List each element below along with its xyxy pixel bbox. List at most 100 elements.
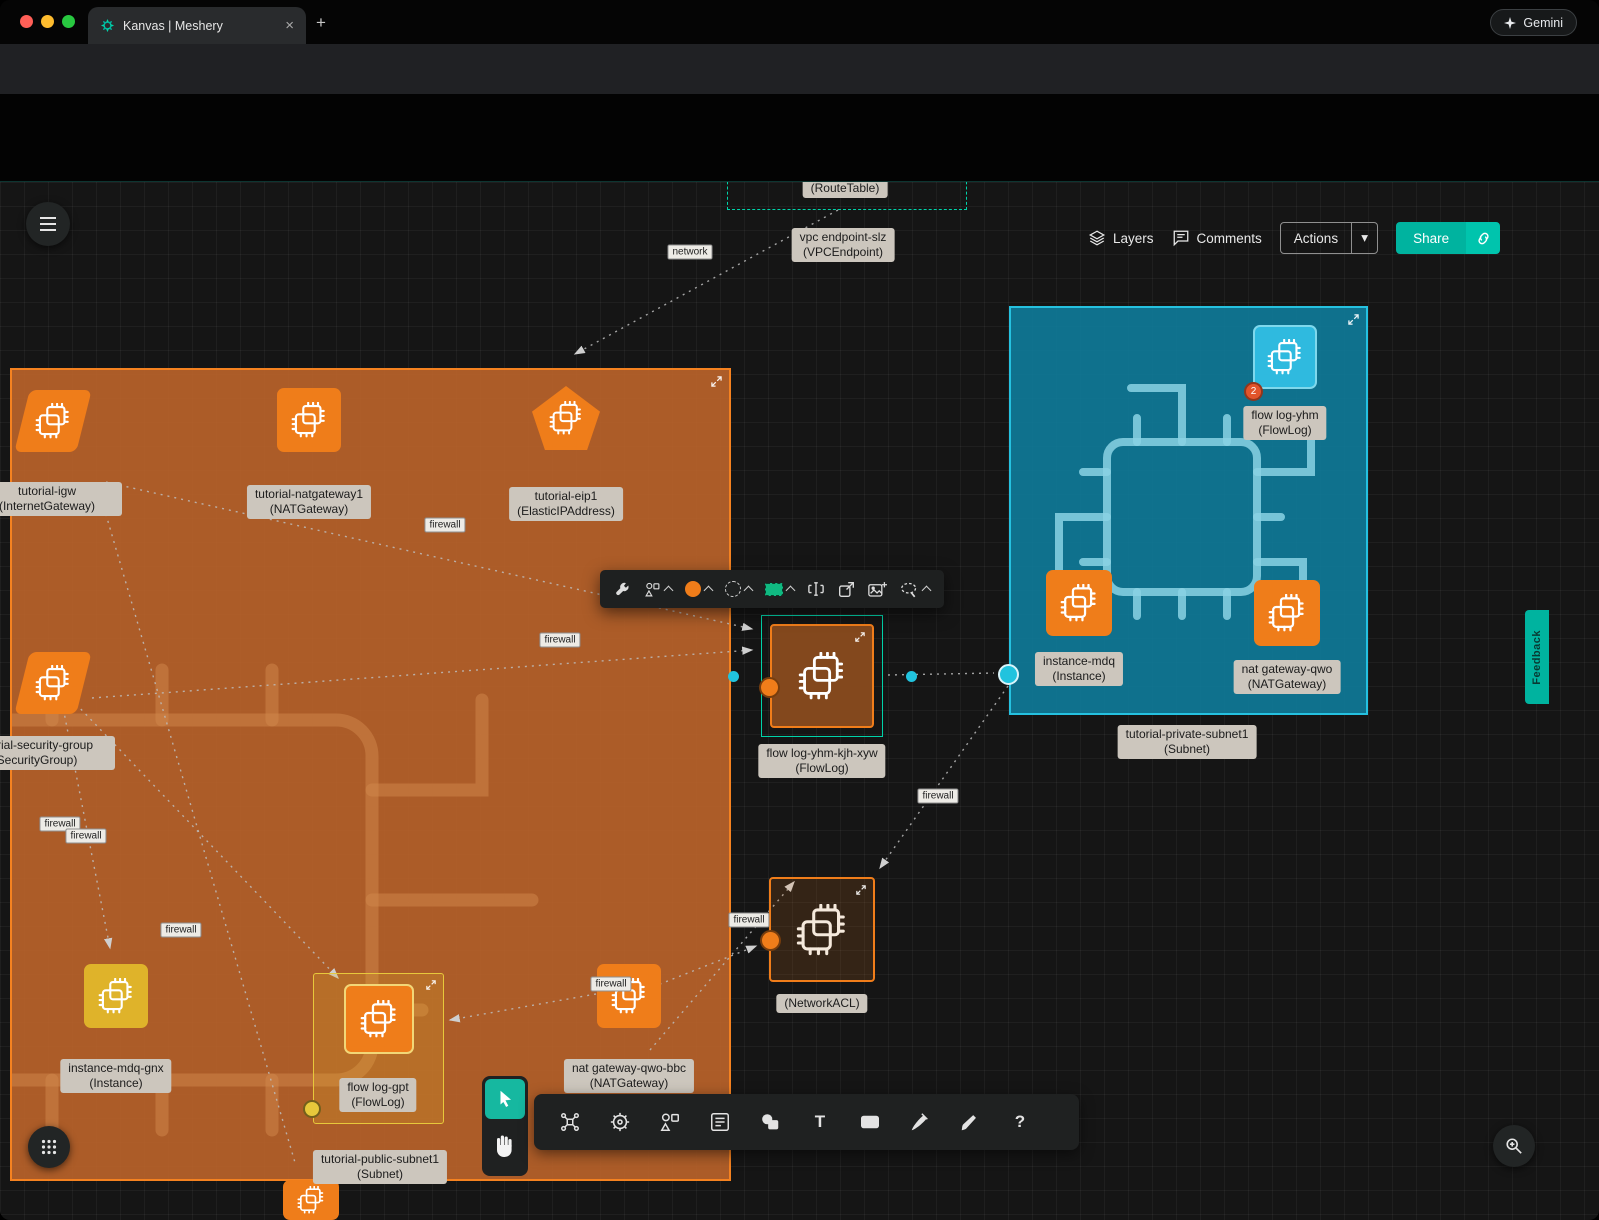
subnet-edge-handle[interactable] bbox=[998, 664, 1019, 685]
chevron-up-icon bbox=[704, 586, 714, 596]
layers-button[interactable]: Layers bbox=[1088, 229, 1154, 247]
rectangle-tool[interactable] bbox=[858, 1110, 882, 1134]
brush-tool[interactable] bbox=[958, 1110, 982, 1134]
node-label-instance-mdq: instance-mdq(Instance) bbox=[1035, 652, 1123, 686]
expand-icon[interactable] bbox=[855, 632, 865, 642]
text-tool[interactable]: T bbox=[808, 1110, 832, 1134]
expand-icon[interactable] bbox=[856, 885, 866, 895]
edge-label-network: network bbox=[667, 245, 712, 260]
fill-color-tool[interactable] bbox=[685, 581, 712, 597]
widgets-grid-button[interactable] bbox=[28, 1126, 70, 1168]
browser-tab[interactable]: Kanvas | Meshery × bbox=[88, 7, 306, 44]
primary-tool-column bbox=[482, 1076, 528, 1176]
gemini-button[interactable]: Gemini bbox=[1490, 9, 1577, 36]
design-canvas[interactable]: (RouteTable) vpc endpoint-slz(VPCEndpoin… bbox=[0, 182, 1599, 1220]
new-tab-button[interactable]: + bbox=[316, 13, 326, 33]
node-label-flowlog-selected: flow log-yhm-kjh-xyw(FlowLog) bbox=[758, 744, 885, 778]
close-tab-icon[interactable]: × bbox=[285, 17, 294, 34]
copy-link-icon[interactable] bbox=[1466, 222, 1500, 254]
pen-tool[interactable] bbox=[908, 1110, 932, 1134]
tab-title: Kanvas | Meshery bbox=[123, 19, 223, 33]
canvas-menu-button[interactable] bbox=[26, 202, 70, 246]
node-label-natgw1: tutorial-natgateway1(NATGateway) bbox=[247, 485, 371, 519]
edge-handle[interactable] bbox=[728, 671, 739, 682]
comments-button[interactable]: Comments bbox=[1172, 229, 1262, 247]
window-controls[interactable] bbox=[20, 15, 75, 28]
zoom-search-button[interactable] bbox=[1493, 1125, 1535, 1167]
node-cutoff-bottom[interactable] bbox=[283, 1180, 339, 1220]
browser-window: Kanvas | Meshery × + Gemini ← → kanvas.n… bbox=[0, 0, 1599, 1220]
node-label-private-subnet: tutorial-private-subnet1(Subnet) bbox=[1118, 725, 1257, 759]
node-label-public-subnet: tutorial-public-subnet1(Subnet) bbox=[313, 1150, 447, 1184]
node-label-instance-gnx: instance-mdq-gnx(Instance) bbox=[60, 1059, 171, 1093]
flowlog-yhm-count-badge[interactable]: 2 bbox=[1244, 382, 1263, 401]
feedback-tab[interactable]: Feedback bbox=[1525, 610, 1549, 704]
rename-tool[interactable] bbox=[807, 581, 825, 597]
node-label-natgw-qwo: nat gateway-qwo(NATGateway) bbox=[1234, 660, 1341, 694]
media-shapes-tool[interactable] bbox=[758, 1110, 782, 1134]
shape-style-tool[interactable] bbox=[765, 583, 794, 596]
bottom-toolbar: T ? bbox=[534, 1094, 1079, 1150]
shapes-palette-tool[interactable] bbox=[658, 1110, 682, 1134]
comments-icon bbox=[1172, 229, 1190, 247]
node-label-security-group: tutorial-security-group(SecurityGroup) bbox=[0, 736, 115, 770]
dashed-circle-icon bbox=[725, 581, 741, 597]
close-window-button[interactable] bbox=[20, 15, 33, 28]
node-nat-gateway-1[interactable] bbox=[277, 388, 341, 452]
layers-icon bbox=[1088, 229, 1106, 247]
edge-label-firewall: firewall bbox=[160, 923, 201, 938]
flowlog-gpt-badge[interactable] bbox=[303, 1100, 321, 1118]
open-in-new-tool[interactable] bbox=[838, 581, 855, 598]
share-button[interactable]: Share bbox=[1396, 222, 1500, 254]
node-label-vpc-endpoint: vpc endpoint-slz(VPCEndpoint) bbox=[792, 228, 895, 262]
fill-color-swatch bbox=[685, 581, 701, 597]
gemini-star-icon bbox=[1504, 17, 1516, 29]
tab-favicon bbox=[100, 18, 115, 33]
configure-tool[interactable] bbox=[614, 581, 631, 598]
node-flowlog-yhm[interactable] bbox=[1253, 325, 1317, 389]
actions-button[interactable]: Actions ▾ bbox=[1280, 222, 1378, 254]
node-label-flowlog-gpt: flow log-gpt(FlowLog) bbox=[339, 1078, 416, 1112]
notes-tool[interactable] bbox=[708, 1110, 732, 1134]
minimize-window-button[interactable] bbox=[41, 15, 54, 28]
chevron-up-icon bbox=[664, 586, 674, 596]
chevron-up-icon bbox=[922, 586, 932, 596]
kubernetes-tool[interactable] bbox=[608, 1110, 632, 1134]
pan-hand-tool[interactable] bbox=[493, 1132, 517, 1158]
node-context-toolbar bbox=[600, 570, 944, 608]
shapes-tool[interactable] bbox=[644, 581, 672, 598]
expand-icon[interactable] bbox=[1348, 314, 1359, 325]
chevron-up-icon bbox=[744, 586, 754, 596]
edge-label-firewall: firewall bbox=[728, 913, 769, 928]
edge-handle[interactable] bbox=[906, 671, 917, 682]
node-instance-mdq[interactable] bbox=[1046, 570, 1112, 636]
node-instance-mdq-gnx[interactable] bbox=[84, 964, 148, 1028]
node-label-routetable: (RouteTable) bbox=[803, 182, 888, 198]
browser-toolbar: ← → kanvas.new/extension/meshmap?mode=de… bbox=[0, 44, 1599, 94]
node-flowlog-selected[interactable] bbox=[770, 624, 874, 728]
expand-icon[interactable] bbox=[711, 376, 722, 387]
edge-label-firewall: firewall bbox=[590, 977, 631, 992]
node-label-igw: tutorial-igw(InternetGateway) bbox=[0, 482, 122, 516]
maximize-window-button[interactable] bbox=[62, 15, 75, 28]
selected-node-badge[interactable] bbox=[759, 677, 780, 698]
select-tool-active[interactable] bbox=[485, 1079, 525, 1119]
lasso-tool[interactable] bbox=[900, 581, 930, 598]
flowlog-icon bbox=[344, 984, 414, 1054]
canvas-top-controls: Layers Comments Actions ▾ Share bbox=[1088, 222, 1500, 254]
component-graph-tool[interactable] bbox=[558, 1110, 582, 1134]
edge-label-firewall: firewall bbox=[424, 518, 465, 533]
node-nat-gateway-bbc[interactable] bbox=[597, 964, 661, 1028]
rect-style-icon bbox=[765, 583, 783, 596]
expand-icon[interactable] bbox=[426, 980, 436, 990]
node-nat-gateway-qwo[interactable] bbox=[1254, 580, 1320, 646]
add-image-tool[interactable] bbox=[868, 581, 887, 598]
actions-caret[interactable]: ▾ bbox=[1351, 223, 1377, 253]
node-network-acl[interactable] bbox=[769, 877, 875, 982]
help-tool[interactable]: ? bbox=[1008, 1110, 1032, 1134]
stroke-style-tool[interactable] bbox=[725, 581, 752, 597]
network-acl-badge[interactable] bbox=[760, 930, 781, 951]
node-label-eip1: tutorial-eip1(ElasticIPAddress) bbox=[509, 487, 623, 521]
node-label-flowlog-yhm: flow log-yhm(FlowLog) bbox=[1243, 406, 1326, 440]
node-label-natgw-bbc: nat gateway-qwo-bbc(NATGateway) bbox=[564, 1059, 694, 1093]
